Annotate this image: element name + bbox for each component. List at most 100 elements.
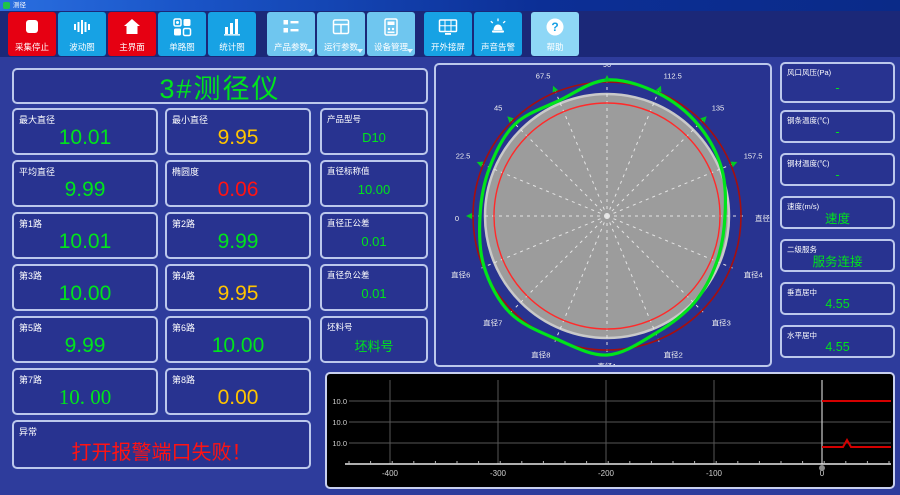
toolbar-button-stop-acquisition[interactable]: 采集停止 (8, 12, 56, 56)
help-icon: ? (531, 15, 579, 39)
cell-nominal-diameter: 直径标称值 10.00 (320, 160, 428, 207)
x-tick-label: -300 (490, 469, 507, 478)
polar-label: 112.5 (664, 71, 682, 80)
cell-avg-diameter: 平均直径 9.99 (12, 160, 158, 207)
waveform-icon (58, 15, 106, 39)
cell-value: 9.95 (217, 281, 259, 305)
x-tick-label: -100 (706, 469, 723, 478)
toolbar-button-help[interactable]: ? 帮助 (531, 12, 579, 56)
cell-value: 9.99 (64, 333, 106, 357)
toolbar-button-label: 帮助 (546, 42, 564, 52)
chevron-down-icon (307, 49, 313, 53)
toolbar-button-statistics-chart[interactable]: 统计图 (208, 12, 256, 56)
cell-value: 0.01 (361, 286, 387, 301)
cell-abnormal: 异常 打开报警端口失败！ (12, 420, 311, 469)
bar-chart-icon (208, 15, 256, 39)
status-panel-l2-service: 二级服务 服务连接 (780, 239, 895, 272)
device-manage-icon (367, 15, 415, 39)
cell-value: 10.01 (58, 229, 112, 253)
toolbar-button-label: 波动图 (69, 42, 95, 52)
x-tick-label: -200 (598, 469, 615, 478)
cell-value: 10.00 (58, 281, 112, 305)
status-panel-steel-temperature: 钢材温度(℃) - (780, 153, 895, 186)
cell-value: 10.00 (357, 182, 391, 197)
external-screen-icon (424, 15, 472, 39)
polar-label: 直径6 (451, 270, 470, 280)
polar-chart-panel: 0 22.5 45 67.5 90 112.5 135 157.5 直径1 直径2 直径3 直径4 直径… (434, 63, 772, 367)
sound-alarm-icon (474, 15, 522, 39)
cell-channel-2: 第2路 9.99 (165, 212, 311, 259)
stop-icon (8, 15, 56, 39)
toolbar-button-label: 采集停止 (14, 42, 49, 52)
cell-max-diameter: 最大直径 10.01 (12, 108, 158, 155)
y-tick-label: 10.0 (332, 397, 347, 406)
toolbar-button-wave-chart[interactable]: 波动图 (58, 12, 106, 56)
chevron-down-icon (357, 49, 363, 53)
window-title: 测径 (13, 2, 26, 9)
cell-channel-8: 第8路 0.00 (165, 368, 311, 415)
angle-marker (604, 75, 610, 81)
home-icon (108, 15, 156, 39)
polar-label: 90 (603, 65, 611, 69)
status-value: 服务连接 (812, 255, 863, 269)
cell-channel-4: 第4路 9.95 (165, 264, 311, 311)
cell-channel-5: 第5路 9.99 (12, 316, 158, 363)
chevron-down-icon (407, 49, 413, 53)
toolbar-button-label: 单路图 (169, 42, 195, 52)
status-panel-speed: 速度(m/s) 速度 (780, 196, 895, 229)
polar-label: 直径7 (483, 318, 502, 328)
cell-min-diameter: 最小直径 9.95 (165, 108, 311, 155)
cell-ovality: 椭圆度 0.06 (165, 160, 311, 207)
toolbar: 采集停止 波动图 主界面 单路图 统计图 产品参数 运行参数 设备管理 开外接屏 声音告警? 帮助 (0, 11, 900, 57)
polar-label: 0 (455, 214, 459, 223)
polar-chart: 0 22.5 45 67.5 90 112.5 135 157.5 直径1 直径2 直径3 直径4 直径… (451, 65, 770, 365)
polar-label: 67.5 (536, 71, 551, 80)
y-tick-label: 10.0 (332, 439, 347, 448)
cell-billet-no: 坯料号 坯料号 (320, 316, 428, 363)
status-value: 速度 (824, 212, 850, 226)
toolbar-button-device-manage[interactable]: 设备管理 (367, 12, 415, 56)
svg-text:?: ? (551, 20, 558, 34)
polar-label: 157.5 (744, 151, 763, 160)
cell-value: 0.00 (217, 385, 259, 409)
cell-value: 打开报警端口失败！ (71, 442, 252, 464)
toolbar-button-product-params[interactable]: 产品参数 (267, 12, 315, 56)
cell-channel-6: 第6路 10.00 (165, 316, 311, 363)
toolbar-button-single-channel-view[interactable]: 单路图 (158, 12, 206, 56)
status-panel-vertical-center: 垂直居中 4.55 (780, 282, 895, 315)
cursor-handle[interactable] (819, 465, 825, 471)
cell-value: 0.01 (361, 234, 387, 249)
polar-label: 135 (712, 103, 725, 112)
status-panel-air-pressure: 风口风压(Pa) - (780, 62, 895, 103)
polar-label: 直径2 (664, 350, 683, 360)
cell-value: 9.95 (217, 125, 259, 149)
run-params-icon (317, 15, 365, 39)
trend-chart-panel: 10.0 10.0 10.0 -400 -300 -200 -100 0 (325, 372, 895, 489)
angle-marker (466, 213, 472, 219)
y-tick-label: 10.0 (332, 418, 347, 427)
toolbar-button-label: 开外接屏 (430, 42, 465, 52)
title-bar: 测径 (0, 0, 900, 11)
status-value: 4.55 (825, 339, 850, 354)
cell-value: 9.99 (64, 177, 106, 201)
toolbar-button-run-params[interactable]: 运行参数 (317, 12, 365, 56)
cell-channel-7: 第7路 10. 00 (12, 368, 158, 415)
toolbar-button-main-view[interactable]: 主界面 (108, 12, 156, 56)
polar-label: 22.5 (456, 151, 471, 160)
app-icon (3, 2, 10, 9)
cell-value: 10.01 (58, 125, 112, 149)
status-value: - (835, 167, 840, 182)
toolbar-button-external-screen[interactable]: 开外接屏 (424, 12, 472, 56)
polar-label: 直径5 (755, 213, 770, 223)
multi-pane-icon (158, 15, 206, 39)
cell-plus-tolerance: 直径正公差 0.01 (320, 212, 428, 259)
product-params-icon (267, 15, 315, 39)
trend-chart: 10.010.010.0-400 -300 -200 -100 0 (332, 380, 891, 478)
cell-value: 10.00 (211, 333, 265, 357)
cell-value: 10. 00 (58, 385, 112, 409)
x-tick-label: -400 (382, 469, 399, 478)
toolbar-button-sound-alarm[interactable]: 声音告警 (474, 12, 522, 56)
cell-value: 坯料号 (354, 339, 394, 354)
toolbar-button-label: 声音告警 (480, 42, 515, 52)
cell-product-model: 产品型号 D10 (320, 108, 428, 155)
